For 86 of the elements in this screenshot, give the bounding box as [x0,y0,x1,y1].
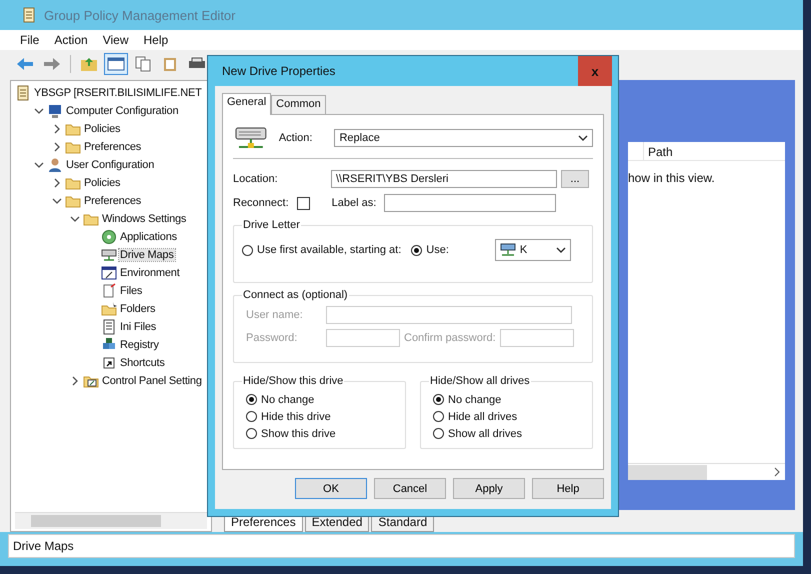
radio-label: No change [448,394,502,406]
close-button[interactable]: x [578,56,612,86]
dialog-button[interactable]: Apply [453,478,525,499]
browse-button[interactable]: ... [561,170,589,188]
tree-item[interactable]: Windows Settings [101,213,188,225]
radio-label: Show this drive [261,428,336,440]
radio-button[interactable] [411,244,422,256]
tree-item[interactable]: Preferences [83,195,142,207]
tree-item[interactable]: Shortcuts [119,357,166,369]
tree-item[interactable]: Applications [119,231,178,243]
tree-item[interactable]: Policies [83,177,122,189]
group-title: Hide/Show all drives [429,375,531,387]
expanded-chevron-icon[interactable] [51,196,63,206]
tree-item[interactable]: Environment [119,267,181,279]
tree-item[interactable]: User Configuration [65,159,156,171]
network-drive-icon [101,247,117,263]
tree-item[interactable]: Computer Configuration [65,105,180,117]
radio-button[interactable] [433,428,444,439]
menu-item[interactable]: File [20,33,40,47]
tree-item[interactable]: Registry [119,339,160,351]
radio-button[interactable] [246,411,257,422]
horizontal-scrollbar[interactable] [628,463,785,480]
field-label: Label as: [332,197,376,209]
dialog-tab[interactable]: Common [271,95,326,114]
menu-item[interactable]: Help [144,33,168,47]
expanded-chevron-icon[interactable] [69,214,81,224]
scroll-icon [15,85,31,101]
column-header[interactable]: Path [644,142,673,160]
tree-item[interactable]: YBSGP [RSERIT.BILISIMLIFE.NET [33,87,203,99]
empty-list-message: how in this view. [628,170,716,187]
field-label: Confirm password: [404,332,496,344]
caret-icon [578,134,588,142]
label-field[interactable] [384,194,556,212]
dialog-title: New Drive Properties [222,64,336,78]
tree-item[interactable]: Control Panel Setting [101,375,203,387]
radio-label: Use first available, starting at: [257,244,402,256]
network-drive-icon [500,243,516,257]
expanded-chevron-icon[interactable] [33,160,45,170]
action-dropdown[interactable]: Replace [334,129,593,147]
menu-item[interactable]: Action [54,33,88,47]
radio-label: Hide this drive [261,410,331,422]
computer-icon [47,103,63,119]
tree-item[interactable]: Policies [83,123,122,135]
radio-button[interactable] [246,428,257,439]
group-title: Connect as (optional) [242,289,349,301]
dialog-button[interactable]: Help [532,478,604,499]
document-icon [101,319,117,335]
user-icon [47,157,63,173]
dialog-button[interactable]: OK [295,478,367,499]
tree-item[interactable]: Drive Maps [119,249,175,261]
caret-icon [556,246,566,254]
group-title: Hide/Show this drive [242,375,344,387]
field-label: User name: [245,308,304,320]
radio-button[interactable] [433,411,444,422]
radio-label: No change [261,394,314,406]
field-label: Location: [233,173,279,185]
menu-item[interactable]: View [102,33,128,47]
location-field[interactable]: \\RSERIT\YBS Dersleri [331,170,557,188]
folder-icon [101,301,117,317]
field-label: Action: [278,132,312,144]
tree-item[interactable]: Ini Files [119,321,158,333]
radio-button[interactable] [242,244,253,256]
dialog-button[interactable]: Cancel [374,478,446,499]
window-title: Group Policy Management Editor [44,8,236,22]
window-pane-icon[interactable] [105,54,127,74]
disc-icon [101,229,117,245]
drive-letter-dropdown[interactable]: K [494,239,571,261]
field-label: Password: [245,332,298,344]
radio-label: Show all drives [448,428,522,440]
radio-button[interactable] [433,394,444,405]
radio-label: Hide all drives [448,410,518,422]
tree-item[interactable]: Folders [119,303,156,315]
horizontal-scrollbar[interactable] [15,512,207,529]
radio-button[interactable] [246,394,257,405]
scroll-icon [22,7,36,23]
dialog-tab[interactable]: General [222,93,272,115]
radio-label: Use: [426,244,449,256]
checkbox-label: Reconnect: [233,197,289,209]
group-title: Drive Letter [242,219,301,231]
network-drive-icon [235,126,267,150]
file-icon [101,283,117,299]
reconnect-checkbox[interactable] [296,196,310,210]
tree-item[interactable]: Files [119,285,144,297]
tree-item[interactable]: Preferences [83,141,142,153]
status-bar: Drive Maps [8,534,795,558]
expanded-chevron-icon[interactable] [33,106,45,116]
